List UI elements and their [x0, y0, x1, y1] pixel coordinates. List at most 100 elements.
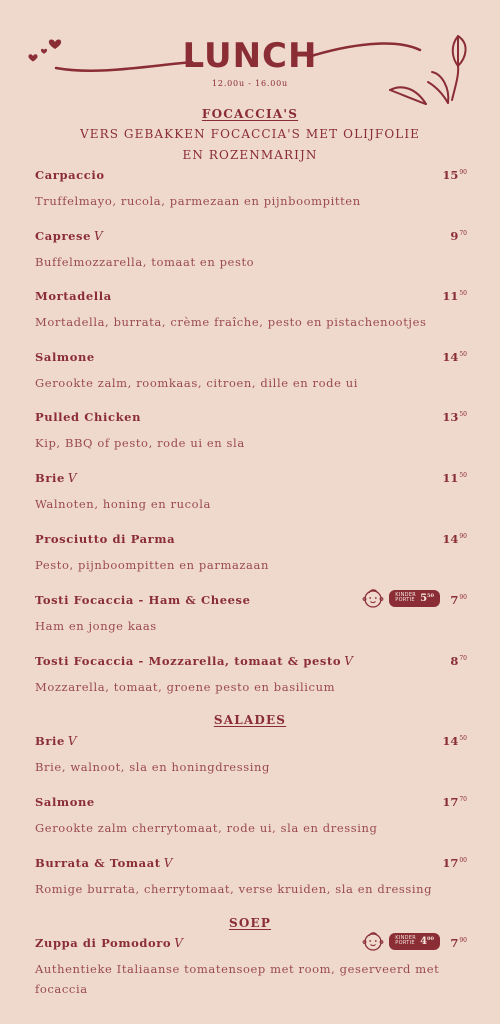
menu-item-name: Caprese	[35, 229, 92, 243]
price-cents: 50	[459, 411, 467, 418]
price-main: 17	[442, 856, 459, 870]
menu-item-name: Zuppa di Pomodoro	[35, 936, 172, 950]
menu-item: Mortadella 1150 Mortadella, burrata, crème…	[35, 289, 467, 332]
price-main: 9	[450, 229, 459, 243]
price-main: 7	[450, 936, 459, 950]
price-cents: 90	[459, 533, 467, 540]
menu-item-name-row: Salmone	[35, 795, 467, 809]
kids-portion-label: KINDER PORTIE	[395, 592, 416, 604]
kids-portion: KINDER PORTIE 400	[362, 930, 440, 952]
price-cents: 90	[459, 169, 467, 176]
menu-item-description: Authentieke Italiaanse tomatensoep met r…	[35, 962, 440, 996]
menu-item-name-row: Caprese V	[35, 229, 467, 243]
menu-item-description: Romige burrata, cherrytomaat, verse krui…	[35, 882, 433, 896]
menu-item-name: Mortadella	[35, 289, 112, 303]
price-main: 11	[442, 471, 459, 485]
menu-item-price: 1700	[442, 856, 467, 870]
menu-item-name: Tosti Focaccia - Mozzarella, tomaat & pe…	[35, 654, 342, 668]
menu-item: Tosti Focaccia - Ham & Cheese 790 KINDER PO…	[35, 589, 467, 636]
menu-item-name-row: Burrata & Tomaat V	[35, 856, 467, 870]
menu-item: Zuppa di Pomodoro V 790 KINDER PORTIE 400 Auth…	[35, 932, 467, 999]
menu-item: Salmone 1450 Gerookte zalm, roomkaas, citr…	[35, 350, 467, 393]
section-title: SOEP	[228, 916, 272, 930]
kids-price-cents: 00	[427, 935, 434, 942]
menu-item: Prosciutto di Parma 1490 Pesto, pijnboompi…	[35, 532, 467, 575]
page-title: LUNCH	[182, 36, 318, 76]
kids-price-main: 4	[420, 935, 428, 947]
price-main: 14	[442, 734, 459, 748]
menu-item-description: Buffelmozzarella, tomaat en pesto	[35, 255, 255, 269]
price-cents: 90	[459, 937, 467, 944]
menu-item: Tosti Focaccia - Mozzarella, tomaat & pe…	[35, 654, 467, 697]
menu-item-description: Mozzarella, tomaat, groene pesto en basi…	[35, 680, 336, 694]
menu-item-price: 970	[450, 229, 467, 243]
kids-portion-price: 550	[420, 593, 434, 604]
menu-item-description: Kip, BBQ of pesto, rode ui en sla	[35, 436, 245, 450]
price-cents: 50	[459, 351, 467, 358]
menu-item-price: 1490	[442, 532, 467, 546]
menu-item-description: Walnoten, honing en rucola	[35, 497, 211, 511]
menu-item-name-row: Carpaccio	[35, 168, 467, 182]
price-main: 14	[442, 350, 459, 364]
menu-item-price: 1150	[442, 289, 467, 303]
kids-portion-label: KINDER PORTIE	[395, 935, 416, 947]
menu-item-name: Brie	[35, 471, 65, 485]
section-subtitle: VERS GEBAKKEN FOCACCIA'S MET OLIJFOLIE EN…	[0, 124, 500, 166]
price-main: 15	[442, 168, 459, 182]
vegetarian-v-icon: V	[67, 734, 78, 748]
menu-item-description: Gerookte zalm cherrytomaat, rode ui, sla…	[35, 821, 378, 835]
price-main: 8	[450, 654, 459, 668]
menu-page: LUNCH 12.00u - 16.00u FOCACCIA'S VERS GEB…	[0, 0, 500, 1024]
section-title: FOCACCIA'S	[201, 107, 299, 121]
menu-item: Brie V 1150 Walnoten, honing en rucola	[35, 471, 467, 514]
menu-item-description: Ham en jonge kaas	[35, 619, 157, 633]
kids-portion: KINDER PORTIE 550	[362, 587, 440, 609]
price-cents: 70	[459, 230, 467, 237]
price-cents: 50	[459, 290, 467, 297]
kids-portion-badge: KINDER PORTIE 400	[389, 932, 440, 950]
price-main: 13	[442, 410, 459, 424]
menu-item: Salmone 1770 Gerookte zalm cherrytomaat, r…	[35, 795, 467, 838]
price-cents: 00	[459, 857, 467, 864]
kids-label-line2: PORTIE	[395, 940, 415, 946]
menu-item-name-row: Tosti Focaccia - Mozzarella, tomaat & pe…	[35, 654, 467, 668]
subtitle-line: VERS GEBAKKEN FOCACCIA'S MET OLIJFOLIE	[79, 127, 421, 141]
menu-item-name: Prosciutto di Parma	[35, 532, 176, 546]
kids-price-cents: 50	[427, 592, 434, 599]
menu-item-name-row: Prosciutto di Parma	[35, 532, 467, 546]
menu-item-price: 1590	[442, 168, 467, 182]
menu-item-price: 790	[450, 593, 467, 607]
menu-item-price: 1350	[442, 410, 467, 424]
menu-item-name-row: Pulled Chicken	[35, 410, 467, 424]
kids-price-main: 5	[420, 592, 428, 604]
menu-item: Brie V 1450 Brie, walnoot, sla en honingdre…	[35, 734, 467, 777]
menu-item: Pulled Chicken 1350 Kip, BBQ of pesto, rod…	[35, 410, 467, 453]
menu-item-name-row: Salmone	[35, 350, 467, 364]
menu-item-name-row: Brie V	[35, 471, 467, 485]
menu-header: LUNCH 12.00u - 16.00u	[0, 28, 500, 108]
menu-item-name-row: Mortadella	[35, 289, 467, 303]
menu-item-description: Pesto, pijnboompitten en parmazaan	[35, 558, 269, 572]
menu-item-price: 1450	[442, 350, 467, 364]
price-main: 14	[442, 532, 459, 546]
price-main: 7	[450, 593, 459, 607]
menu-item: Burrata & Tomaat V 1700 Romige burrata, che…	[35, 856, 467, 899]
menu-item-price: 870	[450, 654, 467, 668]
menu-item-name: Burrata & Tomaat	[35, 856, 161, 870]
menu-item: Caprese V 970 Buffelmozzarella, tomaat en p…	[35, 229, 467, 272]
menu-item-price: 1770	[442, 795, 467, 809]
menu-item-name: Salmone	[35, 350, 95, 364]
menu-item-price: 1450	[442, 734, 467, 748]
menu-item: Carpaccio 1590 Truffelmayo, rucola, parmez…	[35, 168, 467, 211]
price-cents: 70	[459, 655, 467, 662]
kids-label-line2: PORTIE	[395, 597, 415, 603]
price-cents: 50	[459, 735, 467, 742]
price-main: 17	[442, 795, 459, 809]
price-cents: 50	[459, 472, 467, 479]
price-cents: 90	[459, 594, 467, 601]
menu-item-name: Salmone	[35, 795, 95, 809]
vegetarian-v-icon: V	[163, 856, 173, 870]
subtitle-line: EN ROZENMARIJN	[182, 148, 318, 162]
menu-item-name: Tosti Focaccia - Ham & Cheese	[35, 593, 251, 607]
menu-item-price: 1150	[442, 471, 467, 485]
